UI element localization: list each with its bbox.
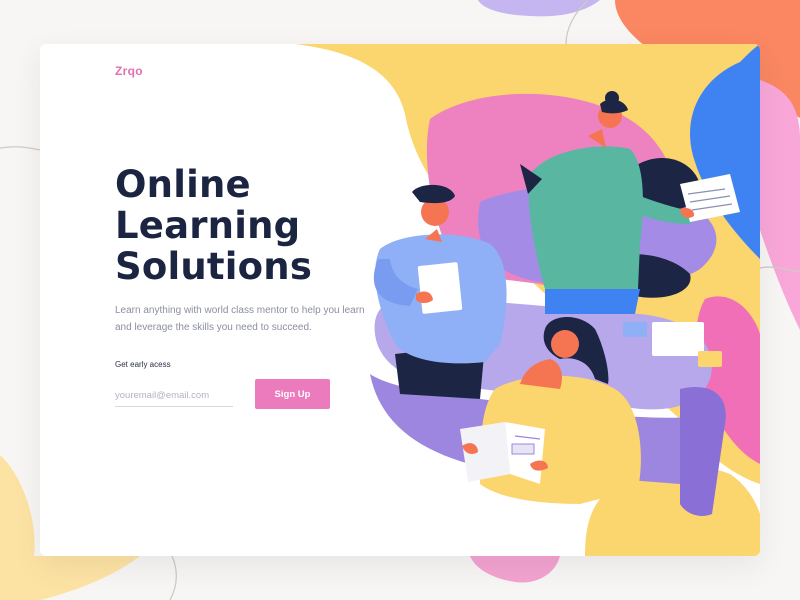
float-card-white (652, 322, 704, 356)
float-card-yellow (698, 351, 722, 367)
sign-up-button[interactable]: Sign Up (255, 379, 330, 409)
hero-description: Learn anything with world class mentor t… (115, 305, 365, 333)
float-card-blue (623, 322, 647, 337)
page-title: Online Learning Solutions (115, 164, 312, 287)
bg-line-4 (169, 555, 177, 600)
email-field[interactable] (115, 384, 233, 407)
bg-pink-blob-bottom (470, 556, 560, 583)
headline-line-2: Learning (115, 204, 301, 247)
bg-purple-blob (478, 0, 600, 17)
headline-line-3: Solutions (115, 245, 313, 288)
brand-logo[interactable]: Zrqo (115, 64, 143, 78)
headline-line-1: Online (115, 163, 251, 206)
bg-yellow-blob-left (0, 455, 35, 556)
bg-pink-blob-right (760, 80, 800, 330)
bg-yellow-blob-bottom (0, 556, 140, 600)
bg-line-1 (0, 146, 41, 151)
hero-illustration (295, 44, 760, 556)
early-access-label: Get early acess (115, 360, 171, 369)
landing-card: Zrqo Online Learning Solutions Learn any… (40, 44, 760, 556)
